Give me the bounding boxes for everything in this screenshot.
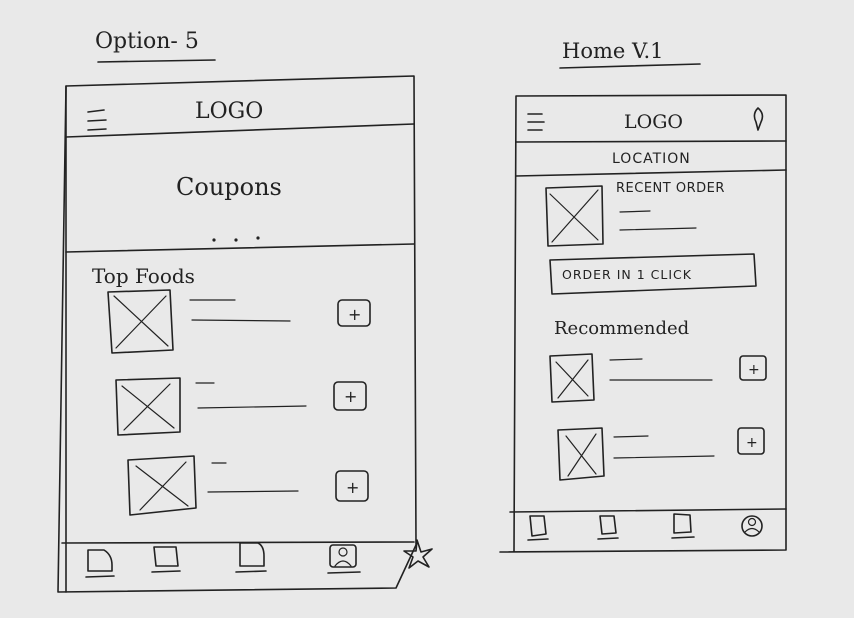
profile-body [744, 527, 760, 533]
recommended-list-item[interactable]: + [557, 427, 765, 481]
nav-page-icon[interactable] [597, 515, 619, 540]
carousel-dot[interactable] [212, 238, 216, 242]
title-underline [559, 63, 701, 69]
wireframe-sketch: Option- 5 LOGO Coupons Top Foods + + + H… [57, 29, 787, 593]
food-list-item[interactable]: + [127, 455, 369, 516]
nav-page-icon[interactable] [235, 542, 267, 573]
image-placeholder-x [555, 359, 589, 399]
add-button-label: + [348, 305, 361, 324]
food-list-item[interactable]: + [115, 377, 367, 436]
item-text-lines [189, 299, 291, 322]
top-foods-heading: Top Foods [92, 264, 195, 288]
right-wireframe: Home V.1 LOGO LOCATION RECENT ORDER ORDE… [499, 39, 787, 553]
coupons-banner[interactable]: Coupons [65, 173, 415, 253]
nav-page-icon[interactable] [151, 546, 181, 573]
profile-head [338, 547, 348, 557]
image-placeholder-x [549, 189, 599, 243]
header-divider [515, 140, 787, 143]
nav-page-icon[interactable] [527, 515, 549, 541]
item-text-lines [207, 462, 299, 493]
carousel-dot[interactable] [256, 236, 260, 240]
item-text-lines [195, 382, 307, 409]
item-text-lines [613, 435, 715, 459]
nav-divider [61, 541, 415, 544]
header-divider [65, 123, 415, 138]
recent-order-text-lines [619, 210, 697, 231]
profile-head [747, 517, 757, 527]
recommended-list-item[interactable]: + [549, 353, 767, 403]
food-image-placeholder [557, 427, 605, 481]
hamburger-menu-icon[interactable] [527, 113, 545, 131]
add-button-label: + [344, 387, 357, 406]
carousel-dot[interactable] [234, 238, 238, 242]
left-header: LOGO [65, 99, 415, 138]
location-label: LOCATION [612, 151, 691, 167]
right-bottom-nav [509, 508, 787, 541]
right-header: LOGO [515, 107, 787, 143]
right-logo: LOGO [624, 111, 683, 133]
recent-order-label: RECENT ORDER [616, 181, 725, 196]
profile-body [334, 560, 352, 567]
add-button-label: + [746, 435, 758, 451]
left-wireframe: Option- 5 LOGO Coupons Top Foods + + + [57, 29, 433, 593]
image-placeholder-x [565, 433, 597, 477]
recommended-heading: Recommended [554, 318, 689, 339]
nav-page-icon[interactable] [671, 513, 695, 539]
location-pin-icon[interactable] [753, 107, 764, 131]
nav-page-icon[interactable] [85, 549, 115, 578]
hamburger-menu-icon[interactable] [87, 109, 107, 131]
banner-divider [65, 243, 415, 253]
image-placeholder-x [121, 383, 175, 431]
order-button-label: ORDER IN 1 CLICK [562, 267, 692, 282]
add-button-label: + [748, 362, 760, 378]
nav-underline [327, 571, 361, 574]
star-icon [403, 539, 433, 569]
left-logo: LOGO [195, 99, 263, 124]
location-divider [515, 169, 787, 177]
food-list-item[interactable]: + [107, 289, 371, 354]
image-placeholder-x [113, 295, 169, 349]
location-bar[interactable]: LOCATION [515, 151, 787, 177]
title-underline [97, 59, 216, 63]
left-phone-frame [57, 75, 417, 593]
image-placeholder-x [135, 461, 189, 511]
recent-order-card[interactable]: RECENT ORDER [545, 181, 725, 247]
item-text-lines [609, 358, 713, 381]
right-sketch-title: Home V.1 [562, 39, 664, 63]
nav-divider [509, 508, 787, 513]
left-bottom-nav [61, 541, 415, 578]
add-button-label: + [346, 478, 359, 497]
left-sketch-title: Option- 5 [95, 29, 199, 54]
order-in-one-click-button[interactable]: ORDER IN 1 CLICK [549, 253, 757, 295]
coupons-label: Coupons [176, 173, 282, 201]
